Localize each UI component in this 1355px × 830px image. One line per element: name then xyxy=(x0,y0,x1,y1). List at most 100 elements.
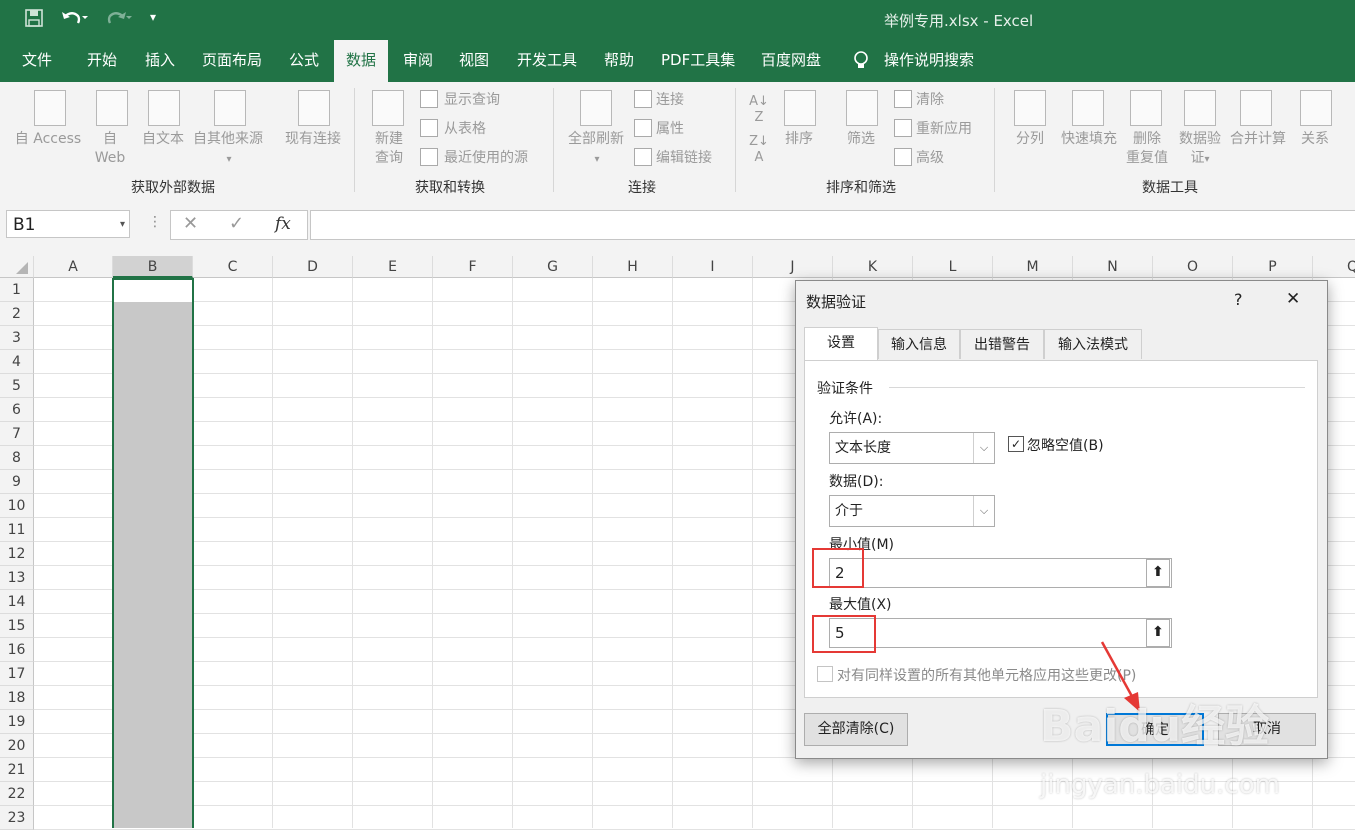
minimum-input[interactable]: 2 xyxy=(829,558,1172,588)
tab-file[interactable]: 文件 xyxy=(22,40,52,82)
tab-page-layout[interactable]: 页面布局 xyxy=(202,40,262,82)
column-header-c[interactable]: C xyxy=(193,256,273,278)
row-header-23[interactable]: 23 xyxy=(0,806,34,830)
relationships-button[interactable]: 关系 xyxy=(1294,130,1336,149)
tab-review[interactable]: 审阅 xyxy=(403,40,433,82)
row-header-3[interactable]: 3 xyxy=(0,326,34,350)
from-web-button[interactable]: 自 Web xyxy=(88,130,132,168)
customize-icon[interactable]: ▾ xyxy=(150,10,156,24)
column-header-f[interactable]: F xyxy=(433,256,513,278)
row-header-5[interactable]: 5 xyxy=(0,374,34,398)
row-header-6[interactable]: 6 xyxy=(0,398,34,422)
row-header-14[interactable]: 14 xyxy=(0,590,34,614)
column-header-d[interactable]: D xyxy=(273,256,353,278)
column-header-k[interactable]: K xyxy=(833,256,913,278)
column-header-l[interactable]: L xyxy=(913,256,993,278)
tab-help[interactable]: 帮助 xyxy=(604,40,634,82)
row-header-16[interactable]: 16 xyxy=(0,638,34,662)
column-header-m[interactable]: M xyxy=(993,256,1073,278)
row-header-21[interactable]: 21 xyxy=(0,758,34,782)
chevron-down-icon[interactable]: ▾ xyxy=(120,211,125,239)
column-header-q[interactable]: Q xyxy=(1313,256,1355,278)
allow-select[interactable]: 文本长度 ⌵ xyxy=(829,432,995,464)
consolidate-button[interactable]: 合并计算 xyxy=(1226,130,1290,149)
tab-data[interactable]: 数据 xyxy=(334,40,389,82)
reapply-button[interactable]: 重新应用 xyxy=(916,118,972,138)
row-header-22[interactable]: 22 xyxy=(0,782,34,806)
select-all-corner[interactable] xyxy=(0,256,34,278)
formula-input[interactable] xyxy=(310,210,1355,240)
tab-developer[interactable]: 开发工具 xyxy=(517,40,577,82)
from-table-button[interactable]: 从表格 xyxy=(444,118,486,138)
advanced-button[interactable]: 高级 xyxy=(916,147,944,167)
chevron-down-icon[interactable]: ⌵ xyxy=(973,496,994,526)
sort-descending-icon[interactable]: Z↓ A xyxy=(748,134,770,166)
row-header-17[interactable]: 17 xyxy=(0,662,34,686)
clear-all-button[interactable]: 全部清除(C) xyxy=(804,713,908,746)
column-header-b[interactable]: B xyxy=(113,256,193,278)
column-header-e[interactable]: E xyxy=(353,256,433,278)
save-icon[interactable] xyxy=(24,8,44,33)
connections-button[interactable]: 连接 xyxy=(656,89,684,109)
column-header-a[interactable]: A xyxy=(34,256,113,278)
row-header-11[interactable]: 11 xyxy=(0,518,34,542)
text-to-columns-button[interactable]: 分列 xyxy=(1008,130,1052,149)
recent-sources-button[interactable]: 最近使用的源 xyxy=(444,147,528,167)
collapse-dialog-icon[interactable]: ⬆ xyxy=(1146,559,1170,587)
help-icon[interactable]: ? xyxy=(1234,290,1243,309)
tab-formulas[interactable]: 公式 xyxy=(289,40,319,82)
row-header-1[interactable]: 1 xyxy=(0,278,34,302)
name-box[interactable]: B1 ▾ xyxy=(6,210,130,238)
row-header-12[interactable]: 12 xyxy=(0,542,34,566)
column-header-p[interactable]: P xyxy=(1233,256,1313,278)
new-query-button[interactable]: 新建 查询 xyxy=(362,130,416,168)
row-header-9[interactable]: 9 xyxy=(0,470,34,494)
show-queries-button[interactable]: 显示查询 xyxy=(444,89,500,109)
filter-button[interactable]: 筛选 xyxy=(840,130,882,149)
cancel-formula-icon[interactable]: ✕ xyxy=(183,213,198,234)
from-text-button[interactable]: 自文本 xyxy=(136,130,190,149)
row-header-10[interactable]: 10 xyxy=(0,494,34,518)
row-header-4[interactable]: 4 xyxy=(0,350,34,374)
flash-fill-button[interactable]: 快速填充 xyxy=(1056,130,1122,149)
column-header-o[interactable]: O xyxy=(1153,256,1233,278)
ignore-blank-checkbox[interactable]: ✓ xyxy=(1008,436,1024,452)
row-header-19[interactable]: 19 xyxy=(0,710,34,734)
refresh-all-button[interactable]: 全部刷新 xyxy=(562,130,630,149)
row-header-2[interactable]: 2 xyxy=(0,302,34,326)
column-header-i[interactable]: I xyxy=(673,256,753,278)
tab-home[interactable]: 开始 xyxy=(87,40,117,82)
column-header-g[interactable]: G xyxy=(513,256,593,278)
tab-ime-mode[interactable]: 输入法模式 xyxy=(1044,329,1142,359)
sort-button[interactable]: 排序 xyxy=(778,130,820,149)
column-header-n[interactable]: N xyxy=(1073,256,1153,278)
row-header-8[interactable]: 8 xyxy=(0,446,34,470)
properties-button[interactable]: 属性 xyxy=(656,118,684,138)
redo-icon[interactable] xyxy=(104,8,132,33)
data-select[interactable]: 介于 ⌵ xyxy=(829,495,995,527)
tab-view[interactable]: 视图 xyxy=(459,40,489,82)
edit-links-button[interactable]: 编辑链接 xyxy=(656,147,712,167)
close-icon[interactable]: ✕ xyxy=(1286,289,1300,309)
column-header-h[interactable]: H xyxy=(593,256,673,278)
chevron-down-icon[interactable]: ⌵ xyxy=(973,433,994,463)
column-header-j[interactable]: J xyxy=(753,256,833,278)
tab-input-message[interactable]: 输入信息 xyxy=(878,329,960,359)
insert-function-icon[interactable]: fx xyxy=(275,214,291,234)
tab-baidu-netdisk[interactable]: 百度网盘 xyxy=(761,40,821,82)
row-header-7[interactable]: 7 xyxy=(0,422,34,446)
tell-me-search[interactable]: 操作说明搜索 xyxy=(884,40,974,82)
row-header-13[interactable]: 13 xyxy=(0,566,34,590)
tab-settings[interactable]: 设置 xyxy=(804,327,878,361)
other-sources-button[interactable]: 自其他来源 xyxy=(188,130,268,149)
data-validation-button[interactable]: 数据验 证▾ xyxy=(1174,130,1226,169)
enter-formula-icon[interactable]: ✓ xyxy=(229,213,244,234)
tab-pdf-tools[interactable]: PDF工具集 xyxy=(661,40,735,82)
apply-all-checkbox[interactable] xyxy=(817,666,833,682)
row-header-15[interactable]: 15 xyxy=(0,614,34,638)
sort-ascending-icon[interactable]: A↓ Z xyxy=(748,94,770,126)
row-header-18[interactable]: 18 xyxy=(0,686,34,710)
row-header-20[interactable]: 20 xyxy=(0,734,34,758)
undo-icon[interactable] xyxy=(60,8,88,33)
existing-connections-button[interactable]: 现有连接 xyxy=(278,130,348,149)
